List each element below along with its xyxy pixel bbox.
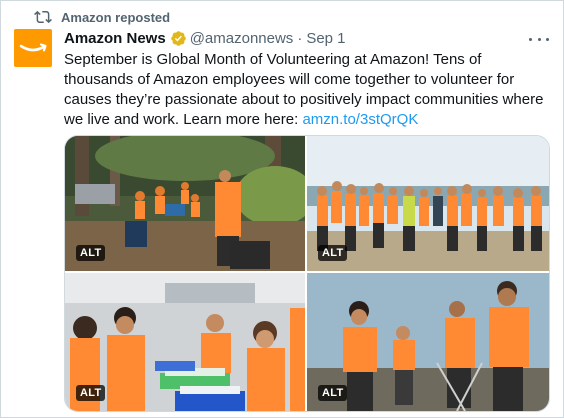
tweet-header: Amazon News @amazonnews · Sep 1	[64, 30, 346, 47]
media-image-3[interactable]: ALT	[65, 273, 305, 411]
media-image-1[interactable]: ALT	[65, 136, 305, 271]
more-icon[interactable]	[529, 33, 549, 45]
display-name[interactable]: Amazon News	[64, 30, 166, 47]
avatar[interactable]	[14, 29, 52, 67]
alt-badge[interactable]: ALT	[76, 385, 106, 401]
tweet-card[interactable]: Amazon reposted Amazon News @amazonnews …	[0, 0, 564, 418]
repost-icon	[34, 10, 52, 24]
alt-badge[interactable]: ALT	[318, 245, 348, 261]
verified-badge-icon[interactable]	[170, 30, 187, 47]
alt-badge[interactable]: ALT	[318, 385, 348, 401]
repost-label[interactable]: Amazon reposted	[61, 10, 170, 25]
media-image-4[interactable]: ALT	[307, 273, 549, 411]
media-grid: ALT ALT ALT ALT	[64, 135, 550, 412]
tweet-link[interactable]: amzn.to/3stQrQK	[302, 111, 418, 128]
tweet-text: September is Global Month of Volunteerin…	[64, 50, 554, 130]
media-image-2[interactable]: ALT	[307, 136, 549, 271]
repost-indicator: Amazon reposted	[34, 8, 170, 26]
tweet-date[interactable]: Sep 1	[306, 30, 345, 47]
author-handle[interactable]: @amazonnews	[190, 30, 294, 47]
alt-badge[interactable]: ALT	[76, 245, 106, 261]
separator: ·	[297, 30, 303, 47]
amazon-smile-logo	[19, 43, 47, 52]
